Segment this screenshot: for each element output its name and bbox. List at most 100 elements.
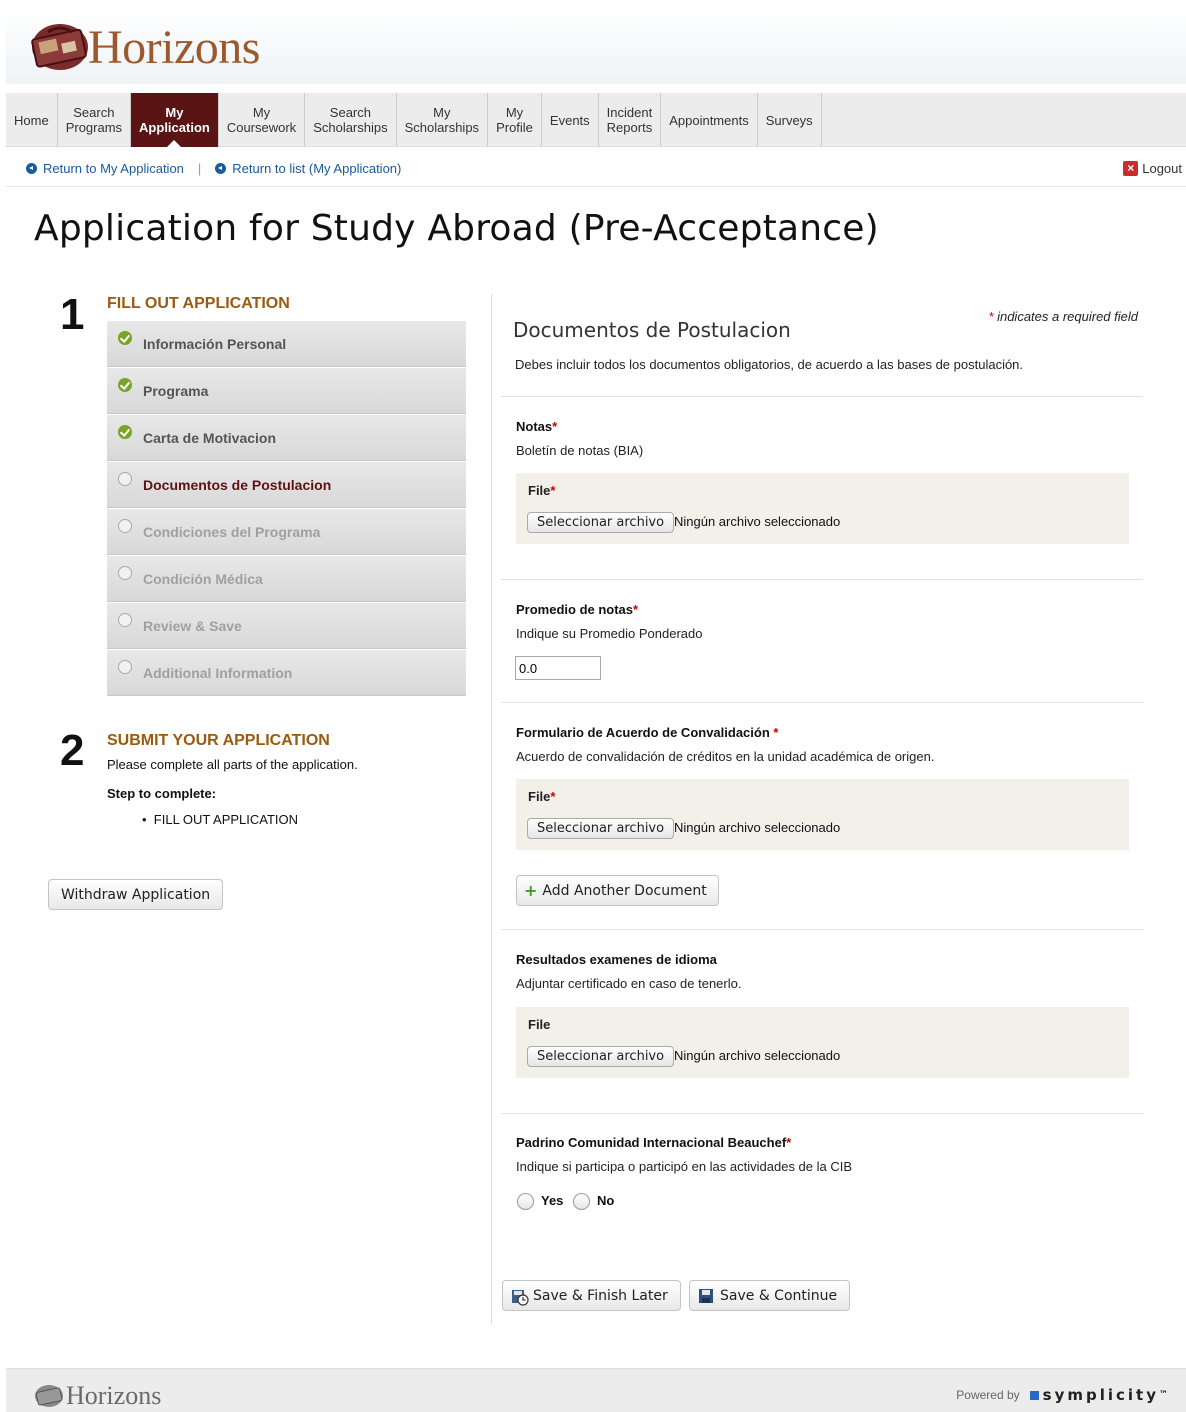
step-title-submit: SUBMIT YOUR APPLICATION: [107, 732, 330, 749]
step-title-fill-out: FILL OUT APPLICATION: [107, 295, 290, 312]
padrino-yes-label[interactable]: Yes: [541, 1193, 563, 1208]
withdraw-application-button[interactable]: Withdraw Application: [48, 879, 224, 910]
symplicity-logo[interactable]: symplicity ™: [1029, 1386, 1168, 1404]
convalidacion-file-box: File* Seleccionar archivo Ningún archivo…: [516, 779, 1129, 850]
back-arrow-icon: [215, 163, 227, 174]
convalidacion-label: Formulario de Acuerdo de Convalidación *: [516, 725, 779, 740]
file-status: Ningún archivo seleccionado: [674, 1048, 841, 1063]
file-label: File*: [528, 789, 556, 804]
section-description: Debes incluir todos los documentos oblig…: [515, 357, 1024, 372]
breadcrumb-separator: |: [197, 161, 202, 176]
globe-suitcase-icon: [26, 18, 94, 76]
notas-choose-file-button[interactable]: Seleccionar archivo: [527, 512, 675, 533]
notas-file-box: File* Seleccionar archivo Ningún archivo…: [516, 473, 1129, 544]
checkmark-icon: [118, 378, 132, 392]
close-icon: ×: [1123, 161, 1139, 176]
step-item-label: Carta de Motivacion: [143, 429, 277, 446]
logout-link[interactable]: × Logout: [1123, 161, 1182, 176]
promedio-help: Indique su Promedio Ponderado: [516, 626, 703, 641]
step-item-label: Additional Information: [143, 664, 293, 681]
nav-item-my-coursework[interactable]: My Coursework: [219, 93, 306, 147]
empty-circle-icon: [118, 566, 132, 580]
nav-item-my-scholarships[interactable]: My Scholarships: [397, 93, 489, 147]
site-footer: Horizons Powered by symplicity ™: [6, 1368, 1186, 1412]
empty-circle-icon: [118, 613, 132, 627]
nav-item-surveys[interactable]: Surveys: [758, 93, 822, 147]
step-item-programa[interactable]: Programa: [107, 367, 466, 414]
clock-save-icon: [511, 1288, 529, 1306]
promedio-label: Promedio de notas*: [516, 602, 639, 617]
column-divider: [491, 294, 492, 1324]
padrino-help: Indique si participa o participó en las …: [516, 1159, 853, 1174]
save-continue-button[interactable]: Save & Continue: [689, 1280, 851, 1311]
add-another-document-button[interactable]: + Add Another Document: [516, 875, 719, 906]
return-to-list-link[interactable]: Return to list (My Application): [215, 161, 401, 176]
horizons-logo[interactable]: Horizons: [26, 18, 260, 76]
required-note: * indicates a required field: [988, 309, 1138, 324]
footer-logo[interactable]: Horizons: [32, 1381, 161, 1411]
nav-item-appointments[interactable]: Appointments: [661, 93, 758, 147]
divider: [501, 1113, 1143, 1114]
convalidacion-choose-file-button[interactable]: Seleccionar archivo: [527, 818, 675, 839]
nav-item-home[interactable]: Home: [6, 93, 58, 147]
file-status: Ningún archivo seleccionado: [674, 820, 841, 835]
nav-item-search-scholarships[interactable]: Search Scholarships: [305, 93, 397, 147]
idioma-label: Resultados examenes de idioma: [516, 952, 717, 967]
idioma-help: Adjuntar certificado en caso de tenerlo.: [516, 976, 742, 991]
powered-by: Powered by symplicity ™: [956, 1386, 1168, 1404]
step-item-condici-n-m-dica[interactable]: Condición Médica: [107, 555, 466, 602]
step-item-additional-information[interactable]: Additional Information: [107, 649, 466, 696]
empty-circle-icon: [118, 519, 132, 533]
padrino-no-label[interactable]: No: [597, 1193, 614, 1208]
padrino-label: Padrino Comunidad Internacional Beauchef…: [516, 1135, 792, 1150]
step-item-label: Condiciones del Programa: [143, 523, 321, 540]
step-item-label: Review & Save: [143, 617, 242, 634]
nav-item-my-profile[interactable]: My Profile: [488, 93, 542, 147]
divider: [501, 396, 1143, 397]
file-label: File*: [528, 483, 556, 498]
step-number-2: 2: [60, 726, 85, 775]
checkmark-icon: [118, 425, 132, 439]
convalidacion-help: Acuerdo de convalidación de créditos en …: [516, 749, 935, 764]
back-arrow-icon: [26, 163, 37, 174]
padrino-no-radio[interactable]: [573, 1193, 590, 1210]
notas-help: Boletín de notas (BIA): [516, 443, 644, 458]
step-item-review-save[interactable]: Review & Save: [107, 602, 466, 649]
empty-circle-icon: [118, 660, 132, 674]
divider: [501, 579, 1143, 580]
brand-name: Horizons: [88, 20, 260, 74]
step-item-informaci-n-personal[interactable]: Información Personal: [107, 320, 466, 367]
empty-circle-icon: [118, 472, 132, 486]
divider: [501, 702, 1143, 703]
padrino-yes-radio[interactable]: [517, 1193, 534, 1210]
square-icon: [1029, 1390, 1039, 1400]
section-title: Documentos de Postulacion: [513, 318, 791, 342]
step-item-documentos-de-postulacion[interactable]: Documentos de Postulacion: [107, 461, 466, 508]
step-item-label: Programa: [143, 382, 209, 399]
nav-item-my-application[interactable]: My Application: [131, 93, 219, 147]
nav-item-events[interactable]: Events: [542, 93, 599, 147]
nav-item-incident-reports[interactable]: Incident Reports: [599, 93, 662, 147]
submit-description: Please complete all parts of the applica…: [107, 757, 358, 772]
nav-item-search-programs[interactable]: Search Programs: [58, 93, 132, 147]
file-status: Ningún archivo seleccionado: [674, 514, 841, 529]
step-item-label: Documentos de Postulacion: [143, 476, 332, 493]
return-to-application-link[interactable]: Return to My Application: [26, 161, 184, 176]
globe-suitcase-icon: [32, 1383, 66, 1409]
step-to-complete-label: Step to complete:: [107, 786, 217, 801]
step-number-1: 1: [60, 290, 85, 339]
step-item-condiciones-del-programa[interactable]: Condiciones del Programa: [107, 508, 466, 555]
divider: [6, 186, 1186, 187]
save-disk-icon: [698, 1288, 714, 1304]
file-label: File: [528, 1017, 551, 1032]
save-finish-later-button[interactable]: Save & Finish Later: [502, 1280, 681, 1311]
idioma-file-box: File Seleccionar archivo Ningún archivo …: [516, 1007, 1129, 1078]
page-title: Application for Study Abroad (Pre-Accept…: [34, 208, 879, 249]
step-item-carta-de-motivacion[interactable]: Carta de Motivacion: [107, 414, 466, 461]
step-item-label: Condición Médica: [143, 570, 263, 587]
plus-icon: +: [524, 881, 538, 900]
promedio-input[interactable]: [515, 656, 601, 680]
checkmark-icon: [118, 331, 132, 345]
application-steps: Información Personal Programa Carta de Mot…: [107, 320, 466, 696]
idioma-choose-file-button[interactable]: Seleccionar archivo: [527, 1046, 675, 1067]
